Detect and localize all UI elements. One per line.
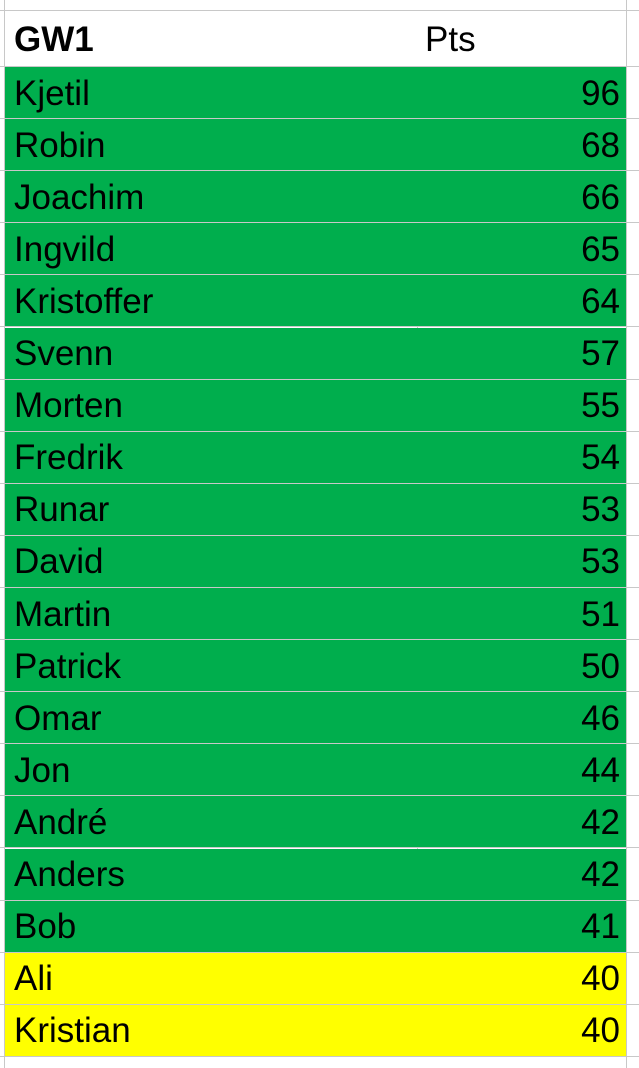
cell-points-value[interactable]: 41 xyxy=(0,901,620,953)
table-row[interactable]: Patrick 50 xyxy=(0,640,639,693)
table-row[interactable]: Jon 44 xyxy=(0,744,639,797)
cell-points-value[interactable]: 42 xyxy=(0,796,620,848)
partial-row-top[interactable] xyxy=(0,0,639,11)
cell-points-value[interactable]: 42 xyxy=(0,849,620,901)
table-row[interactable]: Morten 55 xyxy=(0,379,639,432)
table-row[interactable]: Martin 51 xyxy=(0,588,639,641)
table-row[interactable]: Runar 53 xyxy=(0,483,639,536)
table-row[interactable]: Ali 40 xyxy=(0,952,639,1005)
table-row[interactable]: Kristian 40 xyxy=(0,1004,639,1057)
cell-points-value[interactable]: 65 xyxy=(0,223,620,275)
cell-fill xyxy=(5,1056,626,1068)
cell-points-value[interactable]: 40 xyxy=(0,1005,620,1057)
cell-points-value[interactable]: 53 xyxy=(0,536,620,588)
table-row[interactable]: Fredrik 54 xyxy=(0,431,639,484)
cell-points-value[interactable]: 40 xyxy=(0,953,620,1005)
cell-points-value[interactable]: 66 xyxy=(0,171,620,223)
header-cell-points[interactable]: Pts xyxy=(425,11,476,67)
table-row[interactable]: Joachim 66 xyxy=(0,171,639,224)
cell-points-value[interactable]: 50 xyxy=(0,640,620,692)
cell-points-value[interactable]: 46 xyxy=(0,692,620,744)
cell-points-value[interactable]: 51 xyxy=(0,588,620,640)
cell-points-value[interactable]: 53 xyxy=(0,484,620,536)
header-cell-name[interactable]: GW1 xyxy=(14,11,94,67)
table-row[interactable]: Ingvild 65 xyxy=(0,223,639,276)
cell-points-value[interactable]: 44 xyxy=(0,744,620,796)
table-row[interactable]: Anders 42 xyxy=(0,848,639,901)
cell-fill xyxy=(5,11,626,67)
table-row[interactable]: Omar 46 xyxy=(0,692,639,745)
header-row[interactable]: GW1 Pts xyxy=(0,11,639,67)
spreadsheet-grid: GW1 Pts Kjetil 96 Robin 68 Joachim 66 Ingvild 65 K… xyxy=(0,0,639,1068)
table-row[interactable]: Kjetil 96 xyxy=(0,67,639,120)
cell-points-value[interactable]: 54 xyxy=(0,432,620,484)
cell-points-value[interactable]: 57 xyxy=(0,328,620,380)
cell-points-value[interactable]: 64 xyxy=(0,275,620,327)
table-row[interactable]: André 42 xyxy=(0,796,639,849)
table-row[interactable]: Bob 41 xyxy=(0,900,639,953)
table-row[interactable]: Kristoffer 64 xyxy=(0,275,639,328)
table-row[interactable]: David 53 xyxy=(0,535,639,588)
table-row[interactable]: Robin 68 xyxy=(0,119,639,172)
partial-row-bottom[interactable] xyxy=(0,1056,639,1068)
cell-points-value[interactable]: 96 xyxy=(0,67,620,119)
cell-points-value[interactable]: 55 xyxy=(0,380,620,432)
cell-points-value[interactable]: 68 xyxy=(0,119,620,171)
table-row[interactable]: Svenn 57 xyxy=(0,327,639,380)
